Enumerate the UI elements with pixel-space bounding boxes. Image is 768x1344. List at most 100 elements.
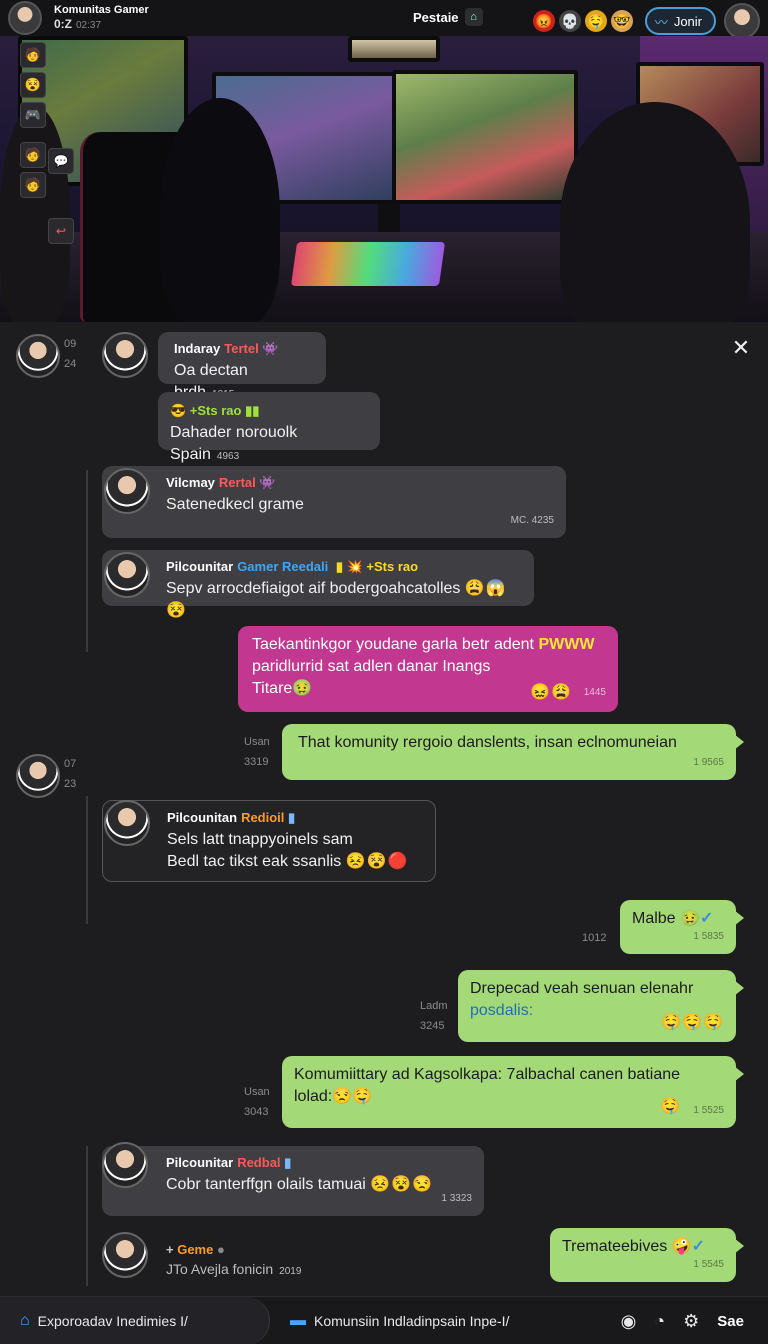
avatar[interactable] xyxy=(16,334,60,378)
message-text: JTo Avejla fonicin 2019 xyxy=(166,1261,302,1277)
thread-line xyxy=(86,470,88,652)
close-icon[interactable]: ✕ xyxy=(730,337,752,360)
tab-community[interactable]: ▬ Komunsiin Indladinpsain Inpe-I/ xyxy=(270,1297,529,1344)
message-text: Cobr tanterffgn olails tamuai 😣😵😒 xyxy=(166,1176,434,1193)
message-text: paridlurrid sat adlen danar Inangs xyxy=(252,658,491,675)
gutter-meta: 09 24 xyxy=(64,338,77,370)
message-bubble[interactable]: Malbe 🤢✓ 1 5835 xyxy=(620,900,744,954)
reaction-skull-icon[interactable]: 💀 xyxy=(558,10,581,32)
community-avatar[interactable] xyxy=(8,1,42,35)
gutter-meta: Usan 3319 xyxy=(244,736,270,768)
sender-name: Vilcmay Rertal 👾 xyxy=(166,475,276,490)
participant-icon[interactable]: 😵 xyxy=(20,72,46,98)
avatar[interactable] xyxy=(104,800,150,846)
timestamp: MC. 4235 xyxy=(510,515,554,526)
top-bar: Komunitas Gamer 0:Z 02:37 Pestaie ⌂ 😡 💀 🤤… xyxy=(0,0,768,39)
folder-icon: ▬ xyxy=(290,1311,306,1329)
message-text: Bedl tac tikst eak ssanlis 😣😵🔴 xyxy=(167,853,409,870)
participant-icon[interactable]: 🧑 xyxy=(20,42,46,68)
bottom-bar: ⌂ Exporoadav Inedimies I/ ▬ Komunsiin In… xyxy=(0,1296,768,1344)
reply-icon[interactable]: ↩ xyxy=(48,218,74,244)
message-bubble[interactable]: IndarayTertel 👾 Oa dectan brdh1015 xyxy=(158,332,326,401)
gutter-meta: Usan 3043 xyxy=(244,1086,270,1118)
reaction-drool-icon[interactable]: 🤤 xyxy=(584,10,607,32)
top-actions: 😡 💀 🤤 🤓 〰 Jonir xyxy=(532,3,760,39)
message-bubble[interactable]: Pilcounitan Redioil ▮ Sels latt tnappyoin… xyxy=(102,800,436,882)
participant-strip: 🧑 😵 🎮 🧑 🧑 xyxy=(20,42,48,198)
home-icon: ⌂ xyxy=(464,8,483,26)
avatar[interactable] xyxy=(104,552,150,598)
message-text: Satenedkecl grame xyxy=(166,496,304,513)
join-button[interactable]: 〰 Jonir xyxy=(644,7,716,35)
tab-export[interactable]: ⌂ Exporoadav Inedimies I/ xyxy=(0,1296,270,1344)
message-text: Drepecad veah senuan elenahr xyxy=(470,980,694,997)
avatar[interactable] xyxy=(102,332,148,378)
sender-name: Pilcounitar Gamer Reedali ▮ 💥 +Sts rao xyxy=(166,559,419,574)
message-text: Komumiittary ad Kagsolkapa: 7albachal ca… xyxy=(294,1066,681,1083)
sender-name: Pilcounitar Redbal ▮ xyxy=(166,1155,292,1170)
community-title: Komunitas Gamer xyxy=(54,4,149,16)
message-text: Sels latt tnappyoinels sam xyxy=(167,831,353,848)
tab-label: Exporoadav Inedimies I/ xyxy=(37,1312,188,1329)
sender-name: + Geme ● xyxy=(166,1242,225,1257)
message-prefix: 😎 +Sts rao ▮▮ xyxy=(170,403,260,418)
participant-icon[interactable]: 🧑 xyxy=(20,142,46,168)
reaction-nerd-icon[interactable]: 🤓 xyxy=(610,10,633,32)
game-monitor-right xyxy=(392,70,578,204)
avatar[interactable] xyxy=(102,1142,148,1188)
wave-icon: 〰 xyxy=(654,14,668,30)
timestamp: 1012 xyxy=(582,932,607,944)
message-bubble[interactable]: Pilcounitar Gamer Reedali ▮ 💥 +Sts rao Se… xyxy=(102,550,534,619)
message-text: Sepv arrocdefiaigot aif bodergoahcatolle… xyxy=(166,580,507,619)
bottom-actions: ◉ ◔ ⚙ Sae xyxy=(621,1297,744,1344)
timestamp: 1 5835 xyxy=(693,931,724,942)
emoji-group: 🤤 xyxy=(660,1098,680,1115)
message-bubble[interactable]: Komumiittary ad Kagsolkapa: 7albachal ca… xyxy=(282,1056,744,1128)
message-bubble[interactable]: Pilcounitar Redbal ▮ Cobr tanterffgn olai… xyxy=(102,1146,484,1216)
timer-icon[interactable]: ◔ xyxy=(654,1311,665,1332)
sender-name: Indaray Tertel 👾 xyxy=(174,341,279,356)
home-icon: ⌂ xyxy=(20,1311,30,1329)
gutter-meta: 07 23 xyxy=(64,758,77,790)
chat-icon[interactable]: 💬 xyxy=(48,148,74,174)
record-icon[interactable]: ◉ xyxy=(621,1311,637,1332)
emoji-group: 🤤🤤🤤 xyxy=(661,1014,724,1031)
participant-actions: 💬 ↩ xyxy=(48,148,74,244)
chat-panel: ✕ 0924 IndarayTertel 👾 Oa dectan brdh101… xyxy=(0,322,768,1296)
avatar[interactable] xyxy=(102,1232,148,1278)
message-bubble[interactable]: Drepecad veah senuan elenahr posdalis: 🤤… xyxy=(458,970,744,1042)
channel-label[interactable]: Pestaie ⌂ xyxy=(413,8,483,26)
message-plain[interactable]: + Geme ● JTo Avejla fonicin 2019 xyxy=(166,1242,301,1277)
timestamp: 1445 xyxy=(583,687,606,698)
avatar[interactable] xyxy=(16,754,60,798)
participant-icon[interactable]: 🧑 xyxy=(20,172,46,198)
message-bubble[interactable]: Taekantinkgor youdane garla betr adent P… xyxy=(238,626,618,712)
message-text: Taekantinkgor youdane garla betr adent P… xyxy=(252,636,595,653)
gear-icon[interactable]: ⚙ xyxy=(683,1311,699,1332)
thread-line xyxy=(86,1146,88,1286)
participant-icon[interactable]: 🎮 xyxy=(20,102,46,128)
message-text: That komunity rergoio danslents, insan e… xyxy=(298,734,677,751)
save-button[interactable]: Sae xyxy=(717,1313,744,1330)
emoji-group: 😖😩 xyxy=(530,684,572,701)
timestamp: 1 5545 xyxy=(693,1259,724,1270)
stream-timer: 0:Z 02:37 xyxy=(54,17,102,31)
message-bubble[interactable]: That komunity rergoio danslents, insan e… xyxy=(282,724,744,780)
timestamp: 1 9565 xyxy=(693,757,724,768)
message-text: Dahader norouolk Spain 4963 xyxy=(170,424,298,463)
message-bubble[interactable]: 😎 +Sts rao ▮▮ Dahader norouolk Spain 4963 xyxy=(158,392,380,463)
tab-label: Komunsiin Indladinpsain Inpe-I/ xyxy=(314,1312,510,1329)
user-avatar[interactable] xyxy=(724,3,760,39)
gutter-meta: Ladm 3245 xyxy=(420,1000,448,1032)
reaction-angry-icon[interactable]: 😡 xyxy=(532,10,555,32)
thread-line xyxy=(86,796,88,924)
top-monitor xyxy=(348,36,440,62)
community-info: Komunitas Gamer 0:Z 02:37 xyxy=(54,3,149,33)
sender-name: Pilcounitan Redioil ▮ xyxy=(167,810,296,825)
player-left xyxy=(160,98,280,322)
message-bubble[interactable]: Vilcmay Rertal 👾 Satenedkecl grame MC. 42… xyxy=(102,466,566,538)
message-bubble[interactable]: Tremateebives 🤪✓ 1 5545 xyxy=(550,1228,744,1282)
avatar[interactable] xyxy=(104,468,150,514)
timestamp: 1 5525 xyxy=(693,1105,724,1116)
live-stream-video[interactable]: 🧑 😵 🎮 🧑 🧑 💬 ↩ xyxy=(0,36,768,322)
